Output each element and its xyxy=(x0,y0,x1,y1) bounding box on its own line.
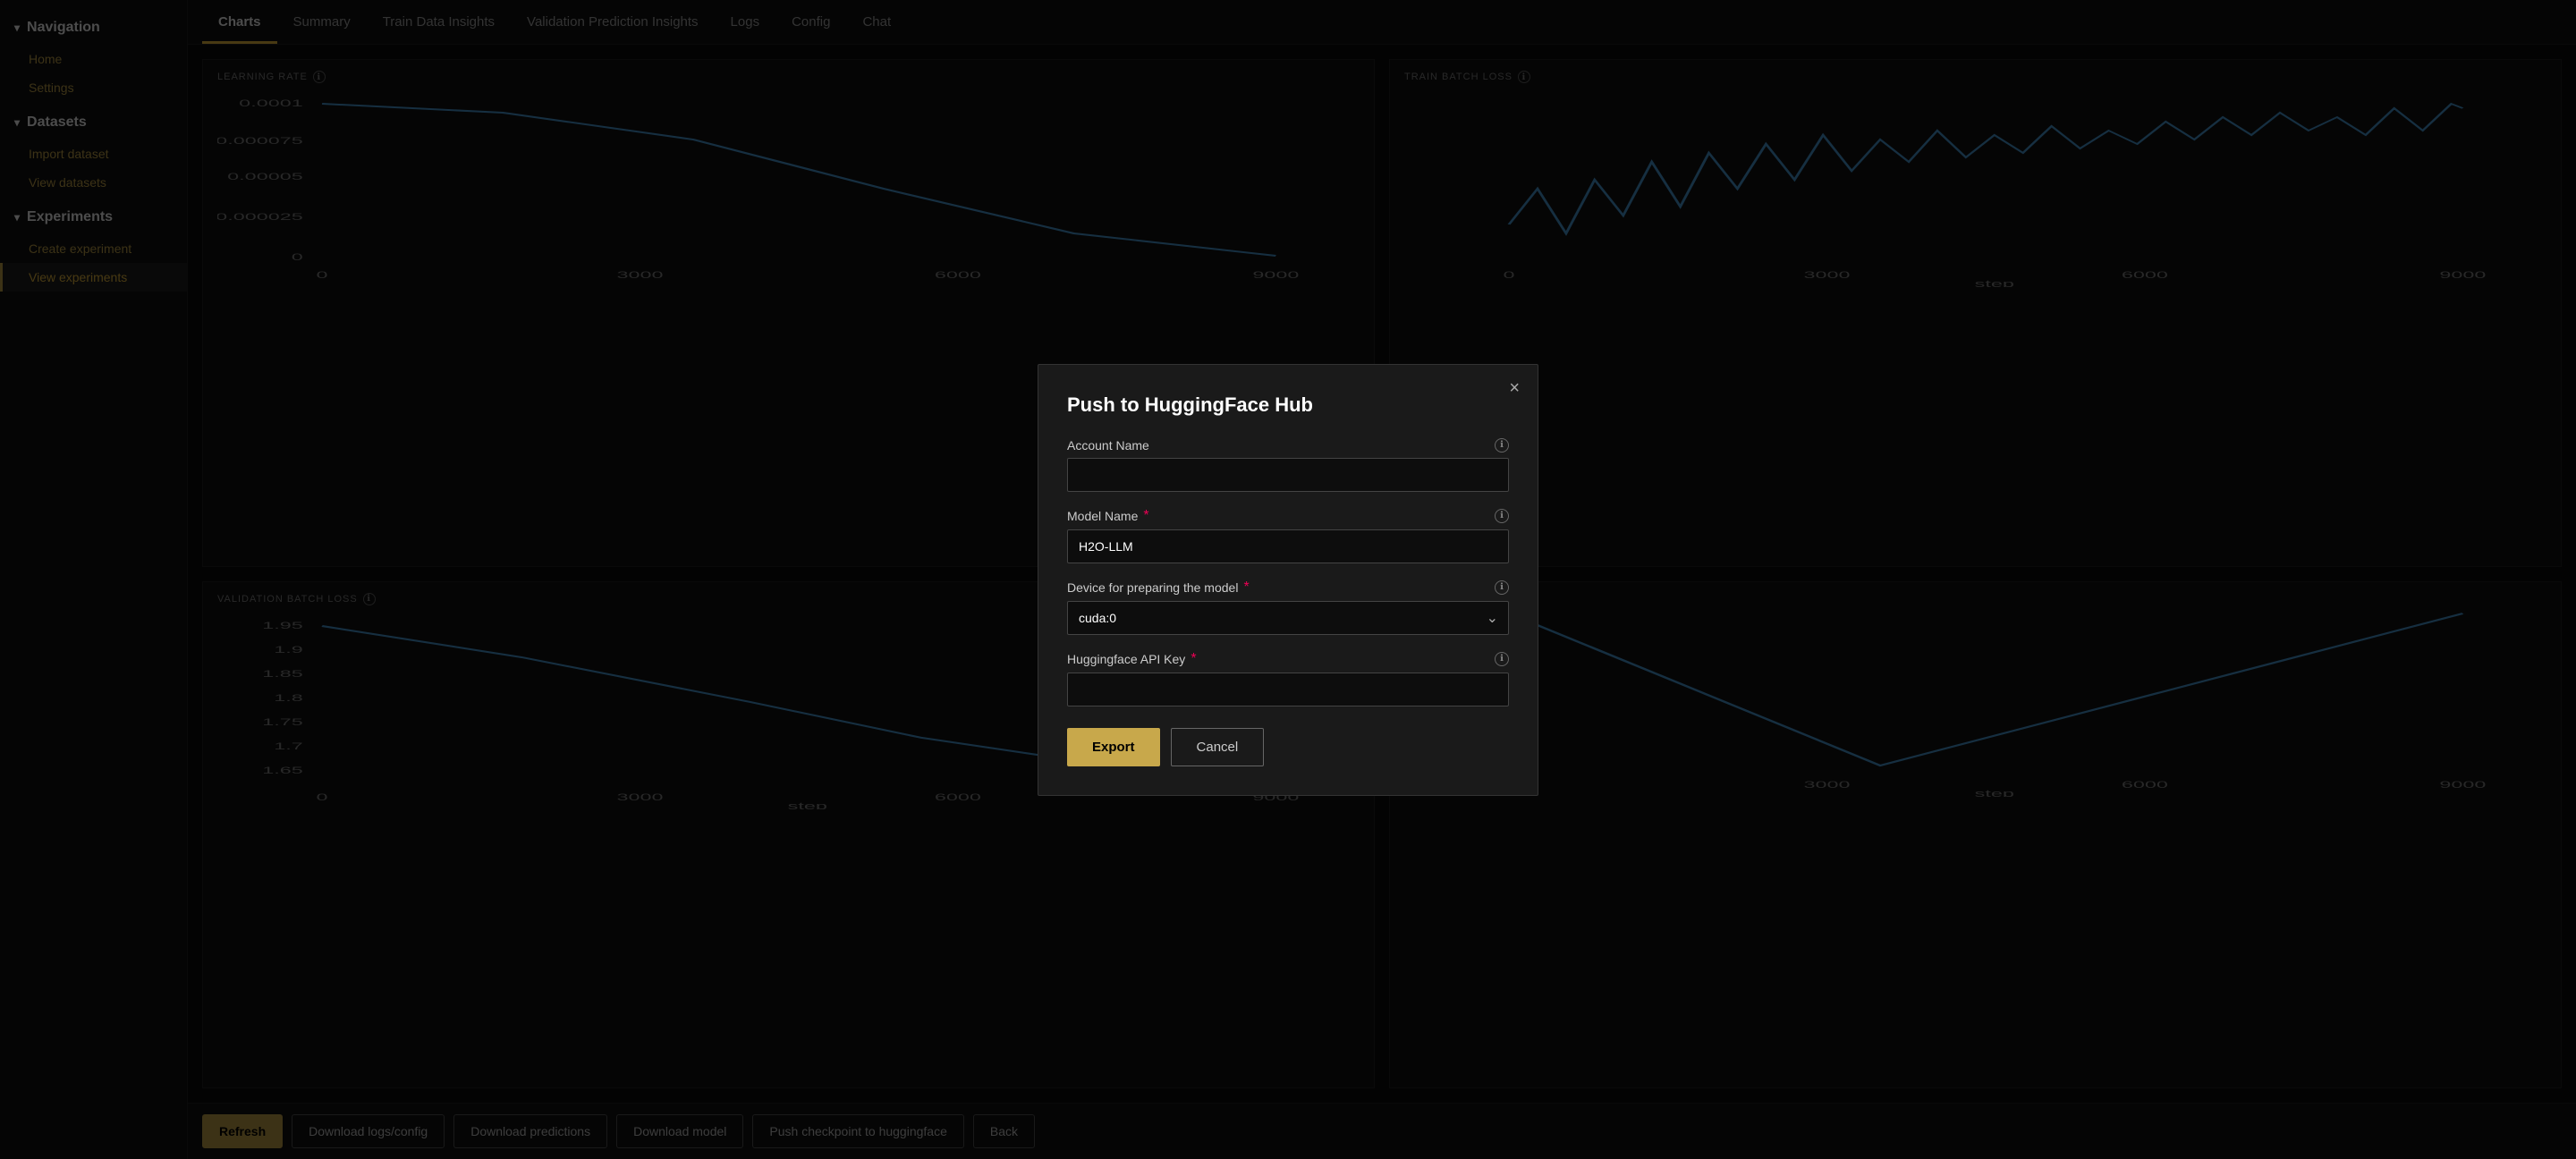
account-name-info-icon[interactable]: ℹ xyxy=(1495,438,1509,453)
model-name-field-group: Model Name * ℹ xyxy=(1067,508,1509,563)
api-key-input[interactable] xyxy=(1067,673,1509,706)
device-info-icon[interactable]: ℹ xyxy=(1495,580,1509,595)
modal-overlay: × Push to HuggingFace Hub Account Name ℹ… xyxy=(0,0,2576,1159)
push-huggingface-modal: × Push to HuggingFace Hub Account Name ℹ… xyxy=(1038,364,1538,796)
export-button[interactable]: Export xyxy=(1067,728,1160,766)
cancel-button[interactable]: Cancel xyxy=(1171,728,1265,766)
model-name-input[interactable] xyxy=(1067,529,1509,563)
device-label: Device for preparing the model * ℹ xyxy=(1067,580,1509,596)
model-name-required: * xyxy=(1143,508,1148,524)
device-select[interactable]: cuda:0 cpu xyxy=(1067,601,1509,635)
api-key-field-group: Huggingface API Key * ℹ xyxy=(1067,651,1509,706)
modal-title: Push to HuggingFace Hub xyxy=(1067,393,1509,417)
device-field-group: Device for preparing the model * ℹ cuda:… xyxy=(1067,580,1509,635)
account-name-field-group: Account Name ℹ xyxy=(1067,438,1509,492)
modal-close-button[interactable]: × xyxy=(1509,379,1520,397)
device-required: * xyxy=(1243,580,1249,596)
api-key-info-icon[interactable]: ℹ xyxy=(1495,652,1509,666)
model-name-label: Model Name * ℹ xyxy=(1067,508,1509,524)
account-name-label: Account Name ℹ xyxy=(1067,438,1509,453)
api-key-required: * xyxy=(1191,651,1196,667)
api-key-label: Huggingface API Key * ℹ xyxy=(1067,651,1509,667)
device-select-wrapper: cuda:0 cpu xyxy=(1067,601,1509,635)
account-name-input[interactable] xyxy=(1067,458,1509,492)
model-name-info-icon[interactable]: ℹ xyxy=(1495,509,1509,523)
modal-actions: Export Cancel xyxy=(1067,728,1509,766)
